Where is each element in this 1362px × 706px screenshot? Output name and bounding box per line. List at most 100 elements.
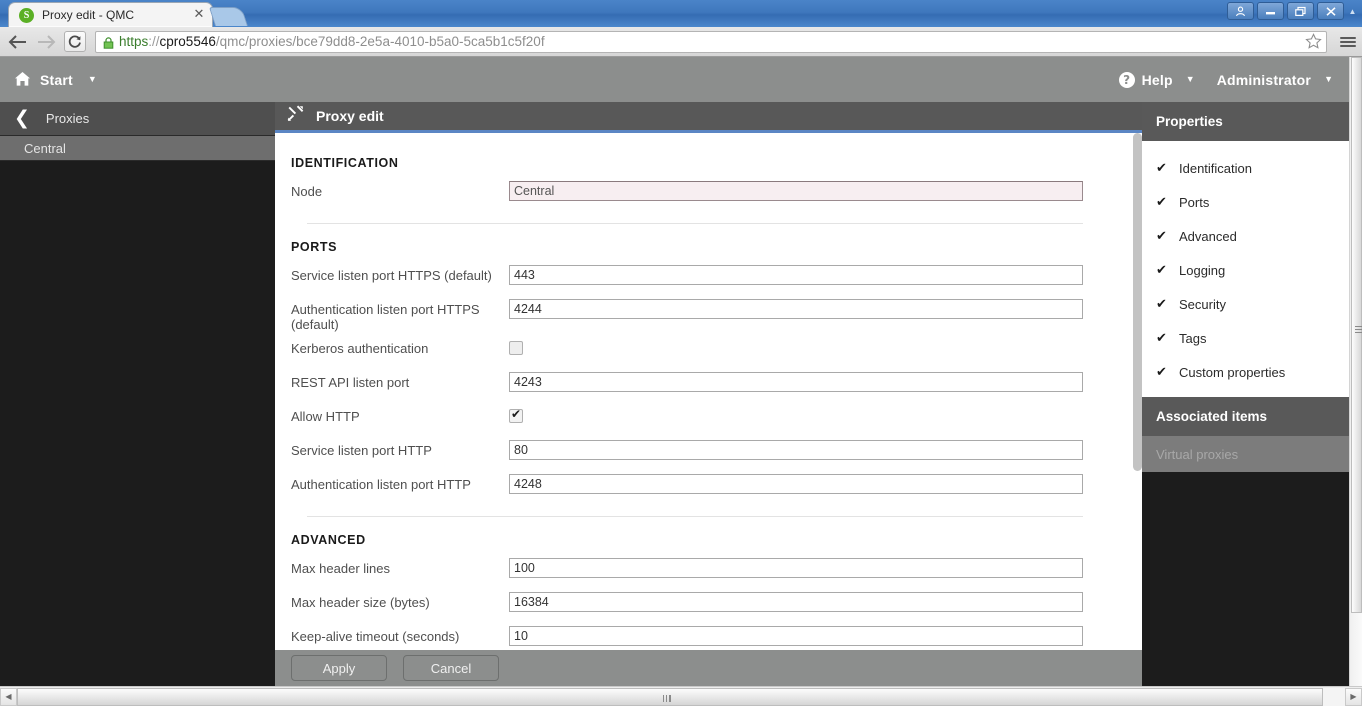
field-control-max-header-size (509, 591, 1083, 612)
form-scrollbar-thumb[interactable] (1133, 132, 1142, 471)
help-menu[interactable]: ? Help ▼ (1118, 71, 1195, 88)
service-listen-port-https-input[interactable] (509, 264, 1083, 285)
property-item-tags[interactable]: ✔ Tags (1142, 321, 1349, 355)
apply-button[interactable]: Apply (291, 655, 387, 681)
reload-icon[interactable] (64, 31, 86, 52)
max-header-size-input[interactable] (509, 591, 1083, 612)
property-item-ports[interactable]: ✔ Ports (1142, 185, 1349, 219)
properties-list: ✔ Identification ✔ Ports ✔ Advanced ✔ Lo… (1142, 141, 1349, 397)
scroll-right-icon[interactable]: ▶ (1345, 687, 1362, 706)
page-vertical-scrollbar-thumb[interactable] (1351, 57, 1362, 613)
check-icon: ✔ (1156, 330, 1167, 346)
chevron-down-icon[interactable]: ▼ (88, 75, 97, 84)
user-chevron-down-icon[interactable]: ▼ (1324, 75, 1333, 84)
auth-listen-port-http-input[interactable] (509, 473, 1083, 494)
hscrollbar-track[interactable] (17, 687, 1345, 706)
field-row-service-listen-port-http: Service listen port HTTP (291, 439, 1083, 468)
field-control-service-listen-port-http (509, 439, 1083, 460)
hscrollbar-thumb[interactable] (17, 687, 1323, 706)
sidebar-item-central[interactable]: Central (0, 136, 275, 161)
field-control-auth-listen-port-https (509, 298, 1083, 319)
allow-http-checkbox[interactable] (509, 407, 523, 423)
field-label-max-header-size: Max header size (bytes) (291, 594, 430, 610)
section-divider (307, 222, 1083, 224)
user-icon[interactable] (1227, 2, 1254, 20)
field-label-node: Node (291, 183, 323, 199)
field-control-allow-http (509, 406, 1083, 428)
back-icon[interactable] (6, 31, 28, 53)
field-label-service-listen-port-https: Service listen port HTTPS (default) (291, 267, 492, 283)
window-close-button[interactable] (1317, 2, 1344, 20)
minimize-button[interactable] (1257, 2, 1284, 20)
help-label: Help (1141, 71, 1173, 88)
app-body: ❮ Proxies Central Proxy edit IDENTIFICAT… (0, 102, 1349, 686)
field-control-auth-listen-port-http (509, 473, 1083, 494)
section-advanced-title: ADVANCED (291, 532, 366, 547)
window-controls: ▲ (1227, 2, 1358, 20)
home-icon (14, 71, 31, 88)
property-item-custom-properties[interactable]: ✔ Custom properties (1142, 355, 1349, 389)
field-row-max-header-lines: Max header lines (291, 557, 1083, 586)
scroll-up-icon[interactable]: ▲ (1347, 3, 1358, 19)
url-path: /qmc/proxies/bce79dd8-2e5a-4010-b5a0-5ca… (215, 34, 545, 49)
rest-api-listen-port-input[interactable] (509, 371, 1083, 392)
url-host: cpro5546 (159, 34, 216, 49)
field-row-auth-listen-port-https: Authentication listen port HTTPS (defaul… (291, 298, 1083, 332)
property-label: Advanced (1179, 228, 1237, 244)
associated-items-header: Associated items (1142, 397, 1349, 436)
url-scheme: https (119, 34, 149, 49)
field-row-keep-alive-timeout: Keep-alive timeout (seconds) (291, 625, 1083, 650)
chevron-left-icon: ❮ (14, 107, 30, 129)
page-vertical-scrollbar[interactable]: ▼ (1349, 57, 1362, 706)
field-control-service-listen-port-https (509, 264, 1083, 285)
help-chevron-down-icon[interactable]: ▼ (1186, 75, 1195, 84)
start-menu[interactable]: Start ▼ (14, 71, 97, 88)
address-bar[interactable]: https://cpro5546/qmc/proxies/bce79dd8-2e… (95, 30, 1327, 53)
user-menu[interactable]: Administrator ▼ (1217, 72, 1333, 88)
new-tab-button[interactable] (208, 7, 248, 26)
property-label: Tags (1179, 330, 1207, 346)
keep-alive-timeout-input[interactable] (509, 625, 1083, 646)
qlik-favicon-icon: S (19, 7, 34, 23)
kerberos-authentication-checkbox[interactable] (509, 340, 523, 355)
form-scrollbar[interactable] (1131, 132, 1142, 650)
page-horizontal-scrollbar[interactable]: ◀ ▶ (0, 686, 1362, 706)
check-icon: ✔ (1156, 228, 1167, 244)
field-control-max-header-lines (509, 557, 1083, 578)
field-control-rest-api-listen-port (509, 371, 1083, 392)
property-item-logging[interactable]: ✔ Logging (1142, 253, 1349, 287)
field-label-auth-listen-port-https: Authentication listen port HTTPS (defaul… (291, 301, 480, 332)
max-header-lines-input[interactable] (509, 557, 1083, 578)
check-icon: ✔ (1156, 364, 1167, 380)
property-label: Logging (1179, 262, 1226, 278)
auth-listen-port-https-input[interactable] (509, 298, 1083, 319)
forward-icon[interactable] (35, 31, 57, 53)
field-row-max-header-size: Max header size (bytes) (291, 591, 1083, 620)
service-listen-port-http-input[interactable] (509, 439, 1083, 460)
maximize-button[interactable] (1287, 2, 1314, 20)
field-label-kerberos-authentication: Kerberos authentication (291, 340, 429, 356)
left-navigation: ❮ Proxies Central (0, 102, 275, 686)
bookmark-star-icon[interactable] (1305, 33, 1322, 50)
cancel-button[interactable]: Cancel (403, 655, 499, 681)
tab-title: Proxy edit - QMC (42, 8, 135, 22)
scroll-left-icon[interactable]: ◀ (0, 687, 17, 706)
proxy-form: IDENTIFICATION Node PORTS (275, 132, 1131, 650)
leftnav-back-proxies[interactable]: ❮ Proxies (0, 102, 275, 136)
browser-tab[interactable]: S Proxy edit - QMC ✕ (8, 2, 213, 27)
property-item-security[interactable]: ✔ Security (1142, 287, 1349, 321)
associated-item-virtual-proxies[interactable]: Virtual proxies (1142, 436, 1349, 472)
properties-header: Properties (1142, 102, 1349, 141)
help-icon: ? (1118, 71, 1135, 88)
field-control-kerberos-authentication (509, 338, 1083, 360)
node-input[interactable] (509, 180, 1083, 201)
url-text: https://cpro5546/qmc/proxies/bce79dd8-2e… (119, 34, 545, 49)
qmc-app: Start ▼ ? Help ▼ Administrator ▼ ❮ Proxi… (0, 57, 1349, 686)
appbar-right: ? Help ▼ Administrator ▼ (1118, 71, 1333, 88)
check-icon: ✔ (1156, 160, 1167, 176)
close-icon[interactable]: ✕ (192, 8, 206, 22)
property-item-identification[interactable]: ✔ Identification (1142, 151, 1349, 185)
section-ports-title: PORTS (291, 239, 338, 254)
property-item-advanced[interactable]: ✔ Advanced (1142, 219, 1349, 253)
browser-menu-icon[interactable] (1340, 31, 1356, 53)
